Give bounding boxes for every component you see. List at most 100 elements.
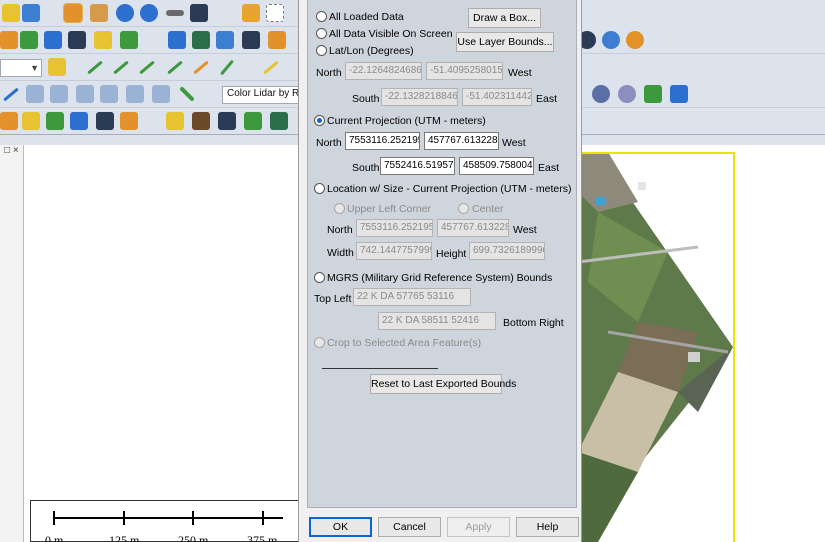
all-data-visible-label: All Data Visible On Screen: [329, 28, 453, 40]
use-layer-bounds-button[interactable]: Use Layer Bounds...: [456, 32, 554, 52]
lidar-move-icon[interactable]: [152, 85, 170, 103]
help-button[interactable]: Help: [516, 517, 579, 537]
scale-label: 125 m: [109, 533, 140, 542]
layer-3d-icon[interactable]: [242, 31, 260, 49]
snap-icon[interactable]: [216, 31, 234, 49]
lidar-class-icon[interactable]: [50, 85, 68, 103]
lidar-filter-icon[interactable]: [76, 85, 94, 103]
lidar-line-icon[interactable]: [3, 87, 19, 102]
latlon-north-label: North: [316, 67, 342, 79]
tools-icon[interactable]: [68, 31, 86, 49]
cp-west-field[interactable]: 457767.6132288: [424, 132, 499, 150]
mgrs-bottom-right-field[interactable]: 22 K DA 58511 52416: [378, 312, 496, 330]
split-line-icon[interactable]: [167, 60, 183, 75]
mountain-icon[interactable]: [192, 112, 210, 130]
cp-south-label: South: [352, 162, 380, 174]
path-profile-icon[interactable]: [268, 31, 286, 49]
latlon-radio[interactable]: [316, 45, 327, 56]
sun-icon[interactable]: [22, 112, 40, 130]
refresh-icon[interactable]: [626, 31, 644, 49]
latlon-east-label: East: [536, 93, 558, 105]
draw-box-button[interactable]: Draw a Box...: [468, 8, 541, 28]
water-icon[interactable]: [70, 112, 88, 130]
left-toolbar-area: ▼ Color Lidar by R: [0, 0, 300, 145]
gear-icon[interactable]: [602, 31, 620, 49]
ls-west-field[interactable]: 457767.6132288: [437, 219, 509, 237]
cp-north-field[interactable]: 7553116.252195: [345, 132, 420, 150]
select-icon[interactable]: [266, 4, 284, 22]
window-icon[interactable]: [22, 4, 40, 22]
polyline-icon[interactable]: [113, 60, 129, 75]
pan-hand-icon[interactable]: [90, 4, 108, 22]
raster-calc-icon[interactable]: [218, 112, 236, 130]
contour-icon[interactable]: [244, 112, 262, 130]
pencil-icon[interactable]: [242, 4, 260, 22]
zoom-box-icon[interactable]: [63, 3, 83, 23]
key-icon[interactable]: [96, 112, 114, 130]
ls-north-field[interactable]: 7553116.252195: [356, 219, 433, 237]
latlon-west-field[interactable]: -51.40952580159: [426, 62, 503, 80]
separator-line: [322, 368, 438, 369]
watershed-icon[interactable]: [46, 112, 64, 130]
mgrs-radio[interactable]: [314, 272, 325, 283]
volume-icon[interactable]: [166, 112, 184, 130]
location-size-radio[interactable]: [314, 183, 325, 194]
style-combo[interactable]: ▼: [0, 59, 42, 77]
lidar-edit-icon[interactable]: [126, 85, 144, 103]
lidar-dots-icon[interactable]: [618, 85, 636, 103]
upper-left-corner-radio[interactable]: [334, 203, 345, 214]
latlon-east-field[interactable]: -51.40231144200: [462, 88, 532, 106]
lidar-pattern-icon[interactable]: [592, 85, 610, 103]
back-arrow-icon[interactable]: [166, 10, 184, 16]
measure-icon[interactable]: [120, 31, 138, 49]
export-bounds-frame: [578, 152, 735, 542]
grid-select-icon[interactable]: [120, 112, 138, 130]
star-icon[interactable]: [48, 58, 66, 76]
zoom-out-icon[interactable]: [140, 4, 158, 22]
import-icon[interactable]: [0, 31, 18, 49]
digitize-icon[interactable]: [192, 31, 210, 49]
ok-button[interactable]: OK: [309, 517, 372, 537]
lidar-ground-icon[interactable]: [100, 85, 118, 103]
zoom-in-icon[interactable]: [116, 4, 134, 22]
glasses-icon[interactable]: [94, 31, 112, 49]
cp-south-field[interactable]: 7552416.519576: [380, 157, 455, 175]
scale-label: 375 m: [247, 533, 278, 542]
crop-selected-radio[interactable]: [314, 337, 325, 348]
all-loaded-data-radio[interactable]: [316, 11, 327, 22]
ls-height-field[interactable]: 699.7326189996: [469, 242, 545, 260]
right-toolbar-row-2: [578, 27, 825, 54]
reset-bounds-button[interactable]: Reset to Last Exported Bounds: [370, 374, 516, 394]
join-line-icon[interactable]: [193, 60, 209, 75]
apply-button[interactable]: Apply: [447, 517, 510, 537]
scale-label: 0 m: [45, 533, 64, 542]
all-data-visible-radio[interactable]: [316, 28, 327, 39]
current-projection-radio[interactable]: [314, 115, 325, 126]
panel-close-icon[interactable]: □ ×: [4, 145, 19, 156]
lidar-bug-icon[interactable]: [670, 85, 688, 103]
center-radio[interactable]: [458, 203, 469, 214]
bottom-right-label: Bottom Right: [503, 317, 564, 329]
curve-icon[interactable]: [220, 59, 234, 76]
lidar-select-icon[interactable]: [26, 85, 44, 103]
cancel-button[interactable]: Cancel: [378, 517, 441, 537]
edit-line-icon[interactable]: [139, 60, 155, 75]
latlon-south-field[interactable]: -22.13282188462: [381, 88, 458, 106]
ruler-icon[interactable]: [263, 60, 279, 75]
lidar-tree-icon[interactable]: [644, 85, 662, 103]
home-icon[interactable]: [190, 4, 208, 22]
line-tool-icon[interactable]: [87, 60, 103, 75]
mgrs-top-left-field[interactable]: 22 K DA 57765 53116: [353, 288, 471, 306]
gps-icon[interactable]: [0, 112, 18, 130]
tree-icon[interactable]: [20, 31, 38, 49]
cp-east-field[interactable]: 458509.7580046: [459, 157, 534, 175]
terrain-icon[interactable]: [44, 31, 62, 49]
lidar-brush-icon[interactable]: [179, 86, 195, 102]
viewshed-icon[interactable]: [270, 112, 288, 130]
ls-width-field[interactable]: 742.1447757999: [356, 242, 432, 260]
scale-tick: [192, 511, 194, 525]
latlon-north-field[interactable]: -22.12648246863: [345, 62, 422, 80]
grid-icon[interactable]: [168, 31, 186, 49]
menu-icon[interactable]: [2, 4, 20, 22]
ls-height-label: Height: [436, 248, 467, 260]
